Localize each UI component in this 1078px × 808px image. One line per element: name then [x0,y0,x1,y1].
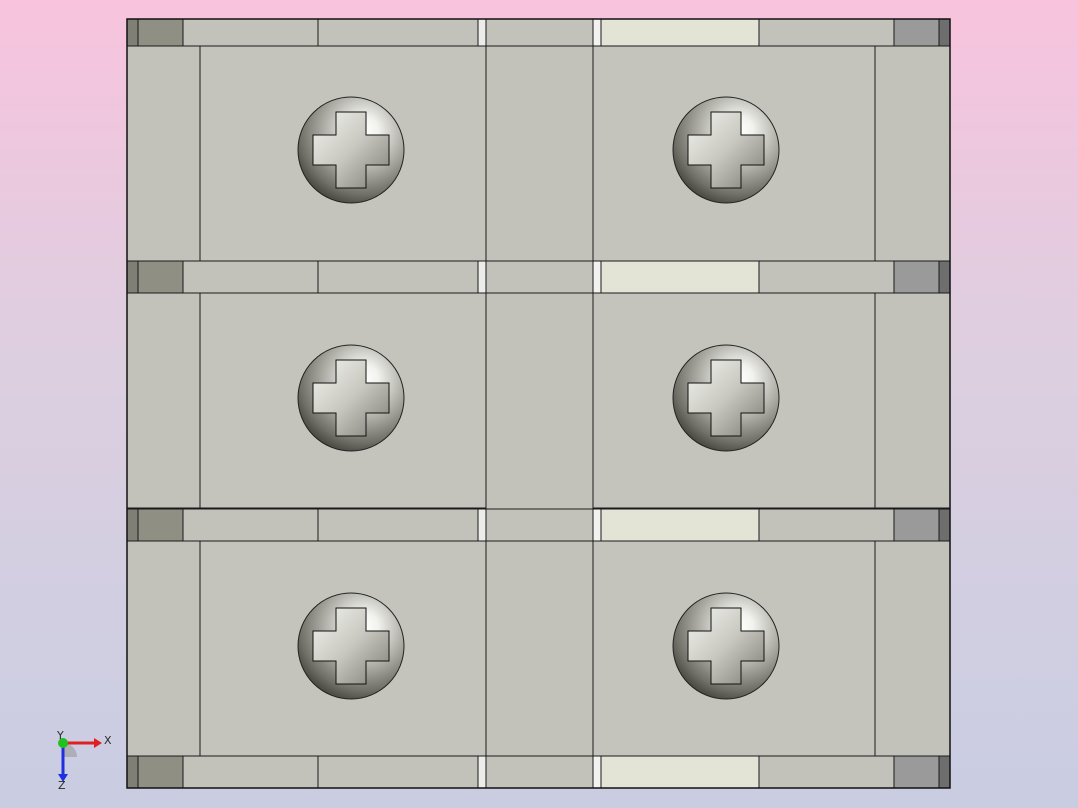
strip-dark-block [137,18,184,47]
side-panel-left [126,540,201,757]
side-panel-left [126,292,201,509]
strip-dark-block [137,508,184,542]
y-axis-label: Y [56,729,64,742]
channel-band [485,260,594,294]
strip-segment [182,508,319,542]
strip-segment [758,508,895,542]
x-axis-arrowhead [94,738,102,748]
phillips-screw-head-icon[interactable] [297,96,405,204]
strip-light-slit [592,260,602,294]
strip-light-block [600,508,760,542]
side-panel-left [126,45,201,262]
strip-light-slit [592,508,602,542]
strip-light-slit [592,18,602,47]
strip-segment [758,755,895,789]
strip-light-slit [477,18,487,47]
strip-dark-tab [938,18,951,47]
strip-dark-tab [126,260,139,294]
strip-grey-block [893,260,940,294]
center-channel[interactable] [485,18,594,789]
phillips-screw-head-icon[interactable] [672,96,780,204]
strip-dark-tab [126,755,139,789]
strip-dark-block [137,755,184,789]
strip-light-block [600,260,760,294]
channel-band [485,18,594,47]
model-view[interactable] [0,0,1078,808]
strip-segment [758,260,895,294]
strip-light-slit [477,508,487,542]
side-panel-right [874,540,951,757]
strip-dark-tab [938,508,951,542]
strip-dark-tab [126,508,139,542]
side-panel-right [874,45,951,262]
strip-segment [317,260,479,294]
channel-band [485,508,594,542]
strip-dark-tab [126,18,139,47]
phillips-screw-head-icon[interactable] [297,344,405,452]
strip-dark-block [137,260,184,294]
graphics-viewport[interactable]: X Y Z [0,0,1078,808]
strip-grey-block [893,508,940,542]
x-axis-label: X [104,734,112,747]
strip-light-block [600,755,760,789]
strip-dark-tab [938,755,951,789]
terminal-block-assembly[interactable] [126,18,951,789]
strip-segment [317,508,479,542]
strip-grey-block [893,755,940,789]
strip-segment [317,18,479,47]
channel-band [485,755,594,789]
side-panel-right [874,292,951,509]
strip-segment [182,18,319,47]
strip-segment [758,18,895,47]
phillips-screw-head-icon[interactable] [672,592,780,700]
phillips-screw-head-icon[interactable] [672,344,780,452]
strip-light-slit [477,260,487,294]
strip-segment [317,755,479,789]
strip-light-block [600,18,760,47]
strip-grey-block [893,18,940,47]
strip-segment [182,755,319,789]
strip-segment [182,260,319,294]
axis-triad-icon: X Y Z [56,729,112,790]
strip-light-slit [592,755,602,789]
strip-light-slit [477,755,487,789]
z-axis-label: Z [58,779,66,790]
strip-dark-tab [938,260,951,294]
phillips-screw-head-icon[interactable] [297,592,405,700]
